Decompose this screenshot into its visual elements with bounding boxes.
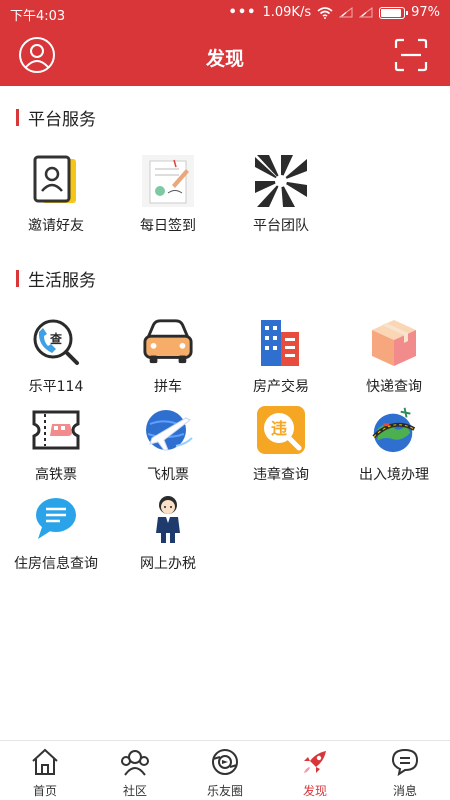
- nav-label: 社区: [122, 784, 147, 798]
- battery-icon: [379, 6, 409, 19]
- svg-text:违: 违: [271, 419, 287, 438]
- item-label: 高铁票: [35, 467, 77, 483]
- community-icon: [121, 750, 149, 776]
- network-speed: 1.09K/s: [262, 5, 312, 20]
- platform-team-item[interactable]: 平台团队: [225, 155, 337, 235]
- status-time: 下午4:03: [10, 9, 66, 24]
- train-ticket-item[interactable]: 高铁票: [0, 404, 112, 484]
- flight-ticket-item[interactable]: 飞机票: [112, 404, 224, 484]
- item-label: 快递查询: [366, 379, 422, 395]
- life-services-title: 生活服务: [16, 266, 96, 291]
- tax-officer-icon: [142, 493, 194, 545]
- item-label: 拼车: [154, 379, 182, 395]
- daily-checkin-item[interactable]: 每日签到: [112, 155, 224, 235]
- train-ticket-icon: [30, 404, 82, 456]
- wifi-icon: [317, 6, 333, 19]
- chat-bubble-icon: [30, 493, 82, 545]
- bottom-nav: 首页 社区 乐友圈 发现 消息: [0, 740, 450, 800]
- housing-info-item[interactable]: 住房信息查询: [0, 493, 112, 573]
- nav-discover[interactable]: 发现: [270, 741, 360, 800]
- page-title: 发现: [205, 48, 244, 70]
- signing-paper-icon: [142, 155, 194, 207]
- violation-query-item[interactable]: 违 违章查询: [225, 404, 337, 484]
- carpool-item[interactable]: 拼车: [112, 316, 224, 396]
- item-label: 出入境办理: [359, 467, 429, 483]
- item-label: 平台团队: [253, 218, 309, 234]
- status-right: ••• 1.09K/s 97%: [229, 5, 440, 20]
- home-icon: [32, 748, 58, 775]
- discover-screen: 下午4:03 ••• 1.09K/s 97% 发现 平台服务 邀请好友 每日签到…: [0, 0, 450, 800]
- rocket-icon: [304, 751, 326, 773]
- nav-community[interactable]: 社区: [90, 741, 180, 800]
- item-label: 违章查询: [253, 467, 309, 483]
- buildings-icon: [255, 316, 307, 368]
- scan-icon[interactable]: [394, 38, 428, 72]
- section-accent-bar: [16, 270, 19, 287]
- signal-icon-2: [359, 7, 373, 18]
- signal-icon: [339, 7, 353, 18]
- item-label: 房产交易: [253, 379, 309, 395]
- message-bubble-icon: [391, 748, 419, 777]
- car-icon: [142, 316, 194, 368]
- item-label: 网上办税: [140, 556, 196, 572]
- platform-services-title: 平台服务: [16, 105, 96, 130]
- section-title-text: 平台服务: [28, 110, 96, 130]
- nav-label: 乐友圈: [206, 784, 243, 798]
- immigration-item[interactable]: 出入境办理: [338, 404, 450, 484]
- item-label: 邀请好友: [28, 218, 84, 234]
- phone-search-icon: 查: [30, 316, 82, 368]
- violation-icon: 违: [255, 404, 307, 456]
- express-query-item[interactable]: 快递查询: [338, 316, 450, 396]
- svg-text:查: 查: [49, 331, 63, 346]
- section-accent-bar: [16, 109, 19, 126]
- package-box-icon: [368, 316, 420, 368]
- nav-friends-circle[interactable]: 乐友圈: [180, 741, 270, 800]
- airplane-globe-icon: [142, 404, 194, 456]
- section-title-text: 生活服务: [28, 271, 96, 291]
- camera-circle-icon: [212, 749, 238, 775]
- status-bar: 下午4:03 ••• 1.09K/s 97%: [0, 0, 450, 26]
- online-tax-item[interactable]: 网上办税: [112, 493, 224, 573]
- team-pattern-icon: [255, 155, 307, 207]
- app-header: 下午4:03 ••• 1.09K/s 97% 发现: [0, 0, 450, 86]
- invite-friends-item[interactable]: 邀请好友: [0, 155, 112, 235]
- nav-label: 首页: [32, 784, 57, 798]
- item-label: 乐平114: [28, 379, 84, 395]
- nav-label: 消息: [392, 784, 417, 798]
- contact-card-icon: [30, 155, 82, 207]
- item-label: 飞机票: [147, 467, 189, 483]
- status-dots: •••: [228, 5, 257, 20]
- item-label: 住房信息查询: [14, 556, 98, 572]
- nav-messages[interactable]: 消息: [360, 741, 450, 800]
- item-label: 每日签到: [140, 218, 196, 234]
- real-estate-item[interactable]: 房产交易: [225, 316, 337, 396]
- nav-home[interactable]: 首页: [0, 741, 90, 800]
- nav-label: 发现: [302, 784, 327, 798]
- globe-travel-icon: [368, 404, 420, 456]
- leping114-item[interactable]: 查 乐平114: [0, 316, 112, 396]
- battery-level: 97%: [411, 5, 440, 20]
